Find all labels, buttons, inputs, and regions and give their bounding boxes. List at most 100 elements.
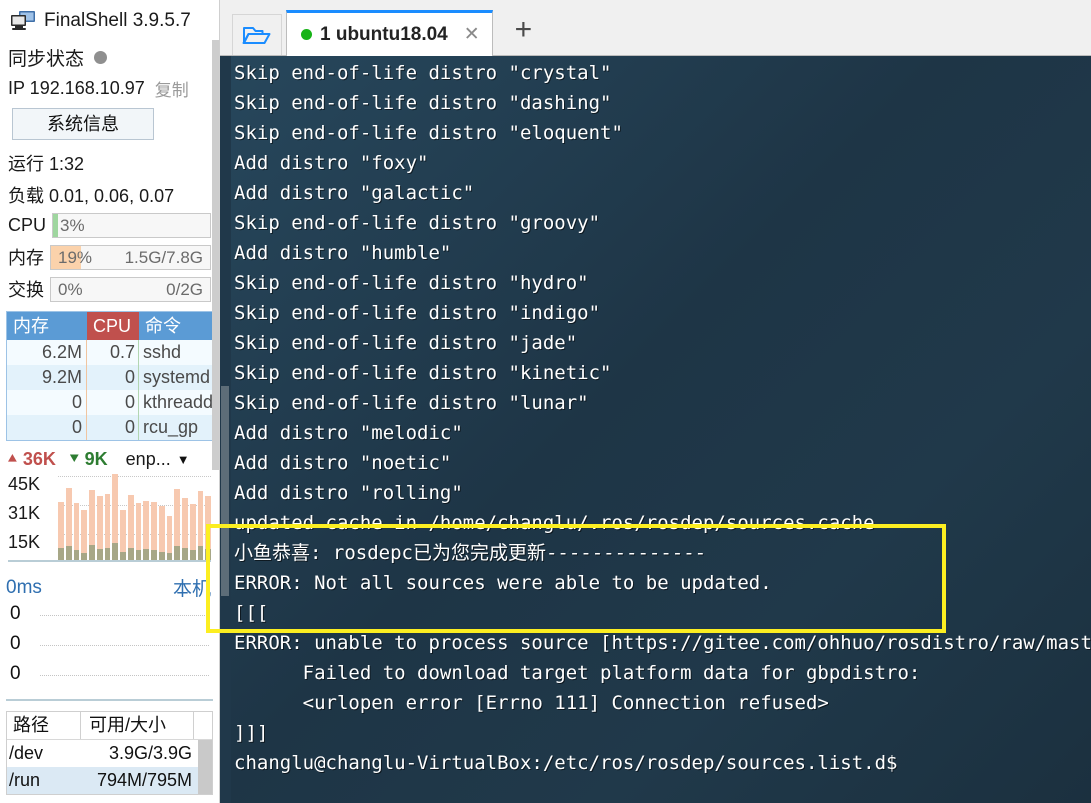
network-bar-upload (58, 502, 64, 548)
table-row[interactable]: 0 0 rcu_gp (7, 415, 212, 440)
column-header-size[interactable]: 可用/大小 (81, 712, 194, 739)
network-header: ⯅ 36K ⯆ 9K enp... ▼ (0, 441, 219, 472)
terminal-line: Add distro "galactic" (234, 182, 475, 204)
network-bar-upload (197, 491, 204, 546)
latency-ytick-1: 0 (10, 633, 21, 654)
finalshell-window: FinalShell 3.9.5.7 同步状态 IP 192.168.10.97… (0, 0, 1091, 803)
sidebar-scrollbar-thumb[interactable] (212, 40, 219, 470)
cpu-meter-percent: 3% (60, 216, 85, 235)
app-title: FinalShell 3.9.5.7 (44, 10, 191, 31)
terminal-output[interactable]: Skip end-of-life distro "crystal" Skip en… (220, 56, 1091, 803)
terminal-line: Skip end-of-life distro "eloquent" (234, 122, 623, 144)
cell-command: rcu_gp (143, 417, 199, 437)
latency-host-label[interactable]: 本机 (173, 574, 211, 601)
system-info-button[interactable]: 系统信息 (12, 108, 154, 140)
terminal-line: changlu@changlu-VirtualBox:/etc/ros/rosd… (234, 752, 898, 774)
chevron-down-icon[interactable]: ▼ (177, 452, 190, 467)
memory-meter-row: 内存 19% 1.5G/7.8G (0, 241, 219, 273)
network-ytick-0: 45K (8, 474, 41, 494)
close-icon[interactable]: ✕ (464, 23, 480, 46)
column-header-memory[interactable]: 内存 (7, 312, 87, 340)
tab-ubuntu18-04[interactable]: 1 ubuntu18.04 ✕ (286, 10, 493, 56)
swap-meter-percent: 0% (58, 279, 83, 299)
network-chart-ylabels: 45K 31K 15K (8, 472, 56, 559)
terminal-line: Add distro "foxy" (234, 152, 429, 174)
cell-cpu: 0 (87, 390, 139, 415)
terminal-line: 小鱼恭喜: rosdepc已为您完成更新-------------- (234, 542, 707, 564)
network-bar (73, 503, 80, 560)
open-folder-icon[interactable] (232, 14, 282, 56)
terminal-scrollbar[interactable] (220, 56, 231, 803)
list-item[interactable]: /run 794M/795M (7, 767, 212, 794)
sidebar: FinalShell 3.9.5.7 同步状态 IP 192.168.10.97… (0, 0, 220, 803)
network-bar-upload (120, 510, 126, 552)
monitor-icon (10, 10, 36, 32)
terminal-line: Skip end-of-life distro "jade" (234, 332, 578, 354)
column-header-command[interactable]: 命令 (139, 312, 212, 340)
network-bar (81, 510, 87, 560)
swap-meter-row: 交换 0% 0/2G (0, 273, 219, 305)
latency-gridline (40, 675, 209, 676)
memory-meter-percent: 19% (58, 247, 93, 267)
network-bar-download (120, 552, 126, 560)
network-bar-upload (158, 506, 165, 552)
terminal-line: Skip end-of-life distro "hydro" (234, 272, 589, 294)
network-bar (189, 504, 196, 560)
column-header-cpu[interactable]: CPU (87, 312, 139, 340)
network-bar-upload (135, 503, 142, 550)
network-bar-download (197, 546, 204, 560)
disk-scrollbar[interactable] (198, 767, 212, 794)
list-item[interactable]: /dev 3.9G/3.9G (7, 740, 212, 767)
disk-table: 路径 可用/大小 /dev 3.9G/3.9G /run 794M/795M (6, 711, 213, 795)
cell-size: 3.9G/3.9G (108, 743, 192, 763)
cell-path: /run (9, 770, 41, 790)
network-upload-value: 36K (22, 449, 56, 469)
network-bar-upload (96, 496, 103, 549)
ip-address-label: IP 192.168.10.97 (8, 77, 145, 98)
terminal-line: ERROR: Not all sources were able to be u… (234, 572, 772, 594)
arrow-down-icon: ⯆ (67, 450, 81, 468)
network-bar-download (166, 553, 173, 560)
memory-meter-bar: 19% 1.5G/7.8G (50, 244, 211, 270)
table-row[interactable]: 9.2M 0 systemd (7, 365, 212, 390)
process-table-header: 内存 CPU 命令 (7, 312, 212, 340)
column-header-path[interactable]: 路径 (7, 712, 81, 739)
network-bar (205, 496, 211, 560)
network-bar-download (158, 552, 165, 560)
network-bar (112, 474, 118, 560)
network-bar-download (182, 548, 188, 560)
table-row[interactable]: 6.2M 0.7 sshd (7, 340, 212, 365)
plus-icon[interactable]: + (507, 10, 541, 56)
arrow-up-icon: ⯅ (6, 450, 19, 468)
terminal-line: Skip end-of-life distro "kinetic" (234, 362, 612, 384)
network-bar (120, 510, 126, 560)
memory-meter-label: 内存 (8, 248, 44, 268)
connected-dot-icon (301, 29, 312, 40)
cpu-meter-fill (53, 214, 58, 237)
network-chart-baseline (8, 560, 211, 562)
network-bar-upload (73, 503, 80, 550)
terminal-line: Add distro "melodic" (234, 422, 463, 444)
network-bar (151, 502, 157, 560)
copy-ip-button[interactable]: 复制 (155, 76, 189, 101)
network-bar (158, 506, 165, 560)
terminal-line: updated cache in /home/changlu/.ros/rosd… (234, 512, 875, 534)
sysinfo-button-wrap: 系统信息 (0, 104, 219, 142)
network-bar-download (135, 550, 142, 560)
table-row[interactable]: 0 0 kthreadd (7, 390, 212, 415)
sidebar-scrollbar[interactable] (212, 40, 219, 803)
network-interface-select[interactable]: enp... (126, 449, 171, 470)
network-bar-upload (182, 498, 188, 548)
latency-gridline (40, 645, 209, 646)
network-bar-download (89, 545, 95, 560)
sync-status-row: 同步状态 (0, 38, 219, 72)
swap-meter-detail: 0/2G (166, 279, 203, 299)
disk-scrollbar[interactable] (198, 740, 212, 767)
latency-ytick-0: 0 (10, 603, 21, 624)
terminal-line: Skip end-of-life distro "dashing" (234, 92, 612, 114)
terminal-line: <urlopen error [Errno 111] Connection re… (234, 692, 829, 714)
terminal-scrollbar-thumb[interactable] (221, 386, 229, 596)
tab-label: 1 ubuntu18.04 (320, 23, 448, 45)
network-bar-upload (89, 490, 95, 545)
network-bar (143, 501, 149, 560)
